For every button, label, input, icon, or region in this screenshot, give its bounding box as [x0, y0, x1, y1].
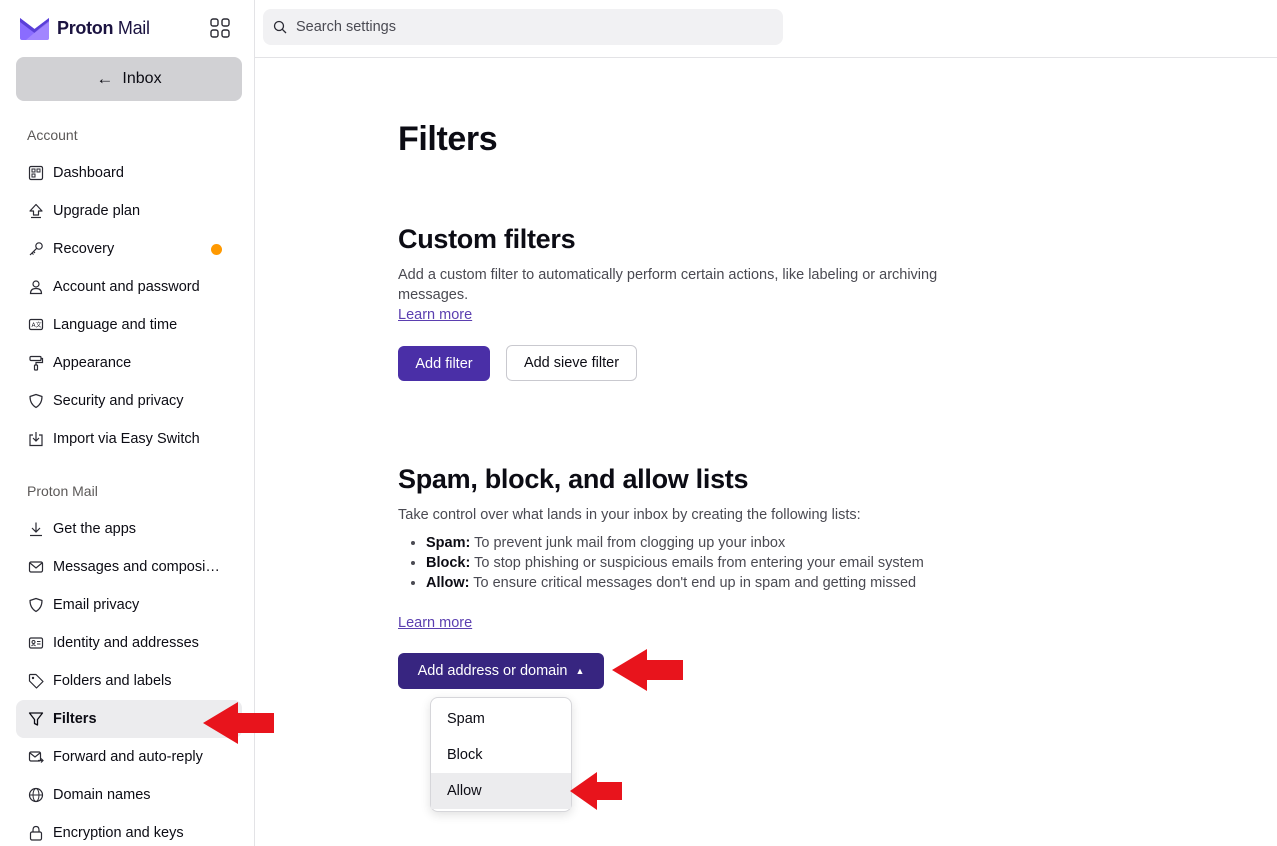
- sidebar-item-messages-and-composing[interactable]: Messages and composi…: [16, 548, 242, 586]
- custom-filters-heading: Custom filters: [398, 224, 576, 254]
- sidebar-item-email-privacy[interactable]: Email privacy: [16, 586, 242, 624]
- add-sieve-filter-button[interactable]: Add sieve filter: [506, 345, 637, 381]
- proton-mail-section-label: Proton Mail: [27, 483, 98, 499]
- account-section-label: Account: [27, 127, 78, 143]
- shield-icon: [28, 393, 44, 409]
- sidebar-item-label: Domain names: [53, 787, 151, 803]
- list-item: Spam: To prevent junk mail from clogging…: [426, 533, 924, 553]
- key-icon: [28, 241, 44, 257]
- sidebar-item-label: Encryption and keys: [53, 825, 184, 841]
- lists-learn-more-link[interactable]: Learn more: [398, 615, 472, 631]
- tag-icon: [28, 673, 44, 689]
- dropdown-item-block[interactable]: Block: [431, 737, 571, 773]
- sidebar-item-get-the-apps[interactable]: Get the apps: [16, 510, 242, 548]
- sidebar-item-label: Dashboard: [53, 165, 124, 181]
- sidebar-item-label: Account and password: [53, 279, 200, 295]
- svg-text:A文: A文: [32, 321, 42, 329]
- recovery-warning-dot: [211, 244, 222, 255]
- sidebar-item-identity-and-addresses[interactable]: Identity and addresses: [16, 624, 242, 662]
- sidebar-item-label: Identity and addresses: [53, 635, 199, 651]
- sidebar-item-label: Filters: [53, 711, 97, 727]
- forward-icon: [28, 749, 44, 765]
- sidebar-item-label: Security and privacy: [53, 393, 184, 409]
- custom-filters-learn-more-link[interactable]: Learn more: [398, 307, 472, 323]
- sidebar-item-folders-and-labels[interactable]: Folders and labels: [16, 662, 242, 700]
- sidebar-item-label: Recovery: [53, 241, 115, 257]
- top-bar: [255, 0, 1277, 58]
- proton-mail-logo-icon: [20, 18, 49, 40]
- dropdown-item-allow[interactable]: Allow: [431, 773, 571, 809]
- proton-mail-logo[interactable]: Proton Mail: [20, 15, 150, 41]
- settings-search[interactable]: [263, 9, 783, 45]
- list-item: Allow: To ensure critical messages don't…: [426, 573, 924, 593]
- search-icon: [273, 20, 287, 34]
- account-nav: Dashboard Upgrade plan Recovery Account …: [16, 154, 242, 458]
- sidebar-item-security-and-privacy[interactable]: Security and privacy: [16, 382, 242, 420]
- add-address-label: Add address or domain: [417, 663, 568, 679]
- search-input[interactable]: [296, 19, 766, 35]
- import-icon: [28, 431, 44, 447]
- sidebar-item-upgrade-plan[interactable]: Upgrade plan: [16, 192, 242, 230]
- lists-description: Take control over what lands in your inb…: [398, 507, 861, 523]
- lists-bullets: Spam: To prevent junk mail from clogging…: [426, 533, 924, 593]
- mail-nav: Get the apps Messages and composi… Email…: [16, 510, 242, 846]
- id-card-icon: [28, 635, 44, 651]
- lock-icon: [28, 825, 44, 841]
- dashboard-icon: [28, 165, 44, 181]
- upgrade-icon: [28, 203, 44, 219]
- sidebar-item-domain-names[interactable]: Domain names: [16, 776, 242, 814]
- sidebar-item-import-via-easy-switch[interactable]: Import via Easy Switch: [16, 420, 242, 458]
- sidebar-item-label: Appearance: [53, 355, 132, 371]
- sidebar-item-label: Language and time: [53, 317, 178, 333]
- brand-name: Proton Mail: [57, 17, 150, 38]
- annotation-arrow-icon: [612, 649, 683, 691]
- annotation-arrow-icon: [203, 702, 274, 744]
- sidebar-item-encryption-and-keys[interactable]: Encryption and keys: [16, 814, 242, 846]
- sidebar-item-label: Import via Easy Switch: [53, 431, 200, 447]
- add-filter-button[interactable]: Add filter: [398, 346, 490, 381]
- paint-roller-icon: [28, 355, 44, 371]
- spam-block-allow-heading: Spam, block, and allow lists: [398, 464, 749, 494]
- dropdown-item-spam[interactable]: Spam: [431, 701, 571, 737]
- sidebar-item-label: Messages and composi…: [53, 559, 220, 575]
- sidebar-item-appearance[interactable]: Appearance: [16, 344, 242, 382]
- inbox-label: Inbox: [122, 70, 162, 87]
- download-icon: [28, 521, 44, 537]
- globe-icon: [28, 787, 44, 803]
- sidebar-item-label: Folders and labels: [53, 673, 172, 689]
- filter-icon: [28, 711, 44, 727]
- sidebar-item-recovery[interactable]: Recovery: [16, 230, 242, 268]
- envelope-icon: [28, 559, 44, 575]
- user-icon: [28, 279, 44, 295]
- arrow-left-icon: ←: [96, 69, 114, 88]
- shield-icon: [28, 597, 44, 613]
- sidebar-item-account-and-password[interactable]: Account and password: [16, 268, 242, 306]
- annotation-arrow-icon: [570, 772, 622, 810]
- sidebar-item-label: Email privacy: [53, 597, 140, 613]
- sidebar-item-dashboard[interactable]: Dashboard: [16, 154, 242, 192]
- apps-grid-icon[interactable]: [209, 17, 231, 39]
- sidebar-item-language-and-time[interactable]: A文 Language and time: [16, 306, 242, 344]
- add-address-or-domain-button[interactable]: Add address or domain ▲: [398, 653, 604, 689]
- sidebar-item-label: Get the apps: [53, 521, 137, 537]
- sidebar-item-label: Forward and auto-reply: [53, 749, 203, 765]
- list-item: Block: To stop phishing or suspicious em…: [426, 553, 924, 573]
- back-to-inbox-button[interactable]: ← Inbox: [16, 57, 242, 101]
- sidebar-item-label: Upgrade plan: [53, 203, 141, 219]
- page-title: Filters: [398, 120, 498, 158]
- add-address-dropdown-menu: Spam Block Allow: [430, 697, 572, 812]
- caret-up-icon: ▲: [575, 666, 585, 676]
- language-icon: A文: [28, 317, 44, 333]
- custom-filters-description: Add a custom filter to automatically per…: [398, 267, 938, 303]
